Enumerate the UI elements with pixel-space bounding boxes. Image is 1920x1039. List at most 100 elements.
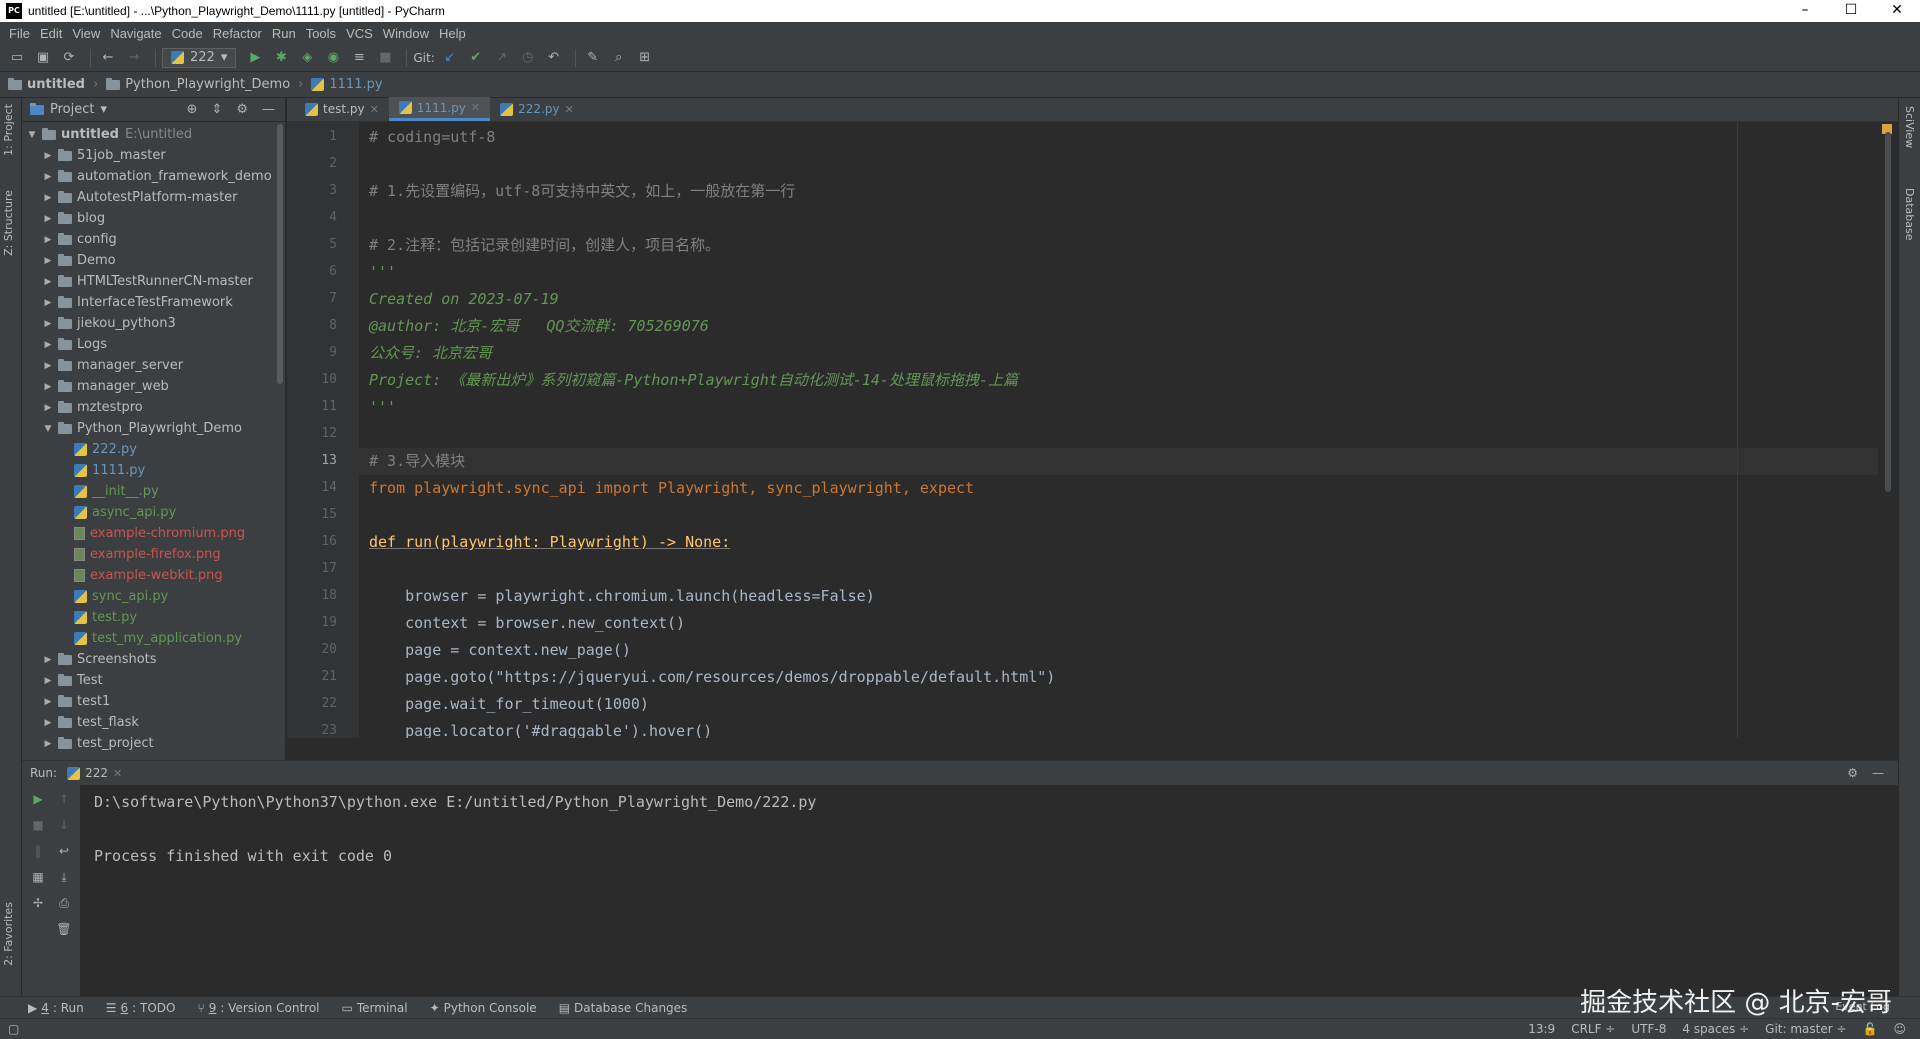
tree-folder[interactable]: ▶ AutotestPlatform-master	[22, 187, 285, 208]
maximize-button[interactable]: ☐	[1828, 0, 1874, 22]
menu-run[interactable]: Run	[267, 26, 301, 41]
scrollbar-thumb[interactable]	[1885, 132, 1891, 492]
tree-folder[interactable]: ▶ Logs	[22, 334, 285, 355]
tab-222-py[interactable]: 222.py ✕	[490, 97, 584, 121]
rerun-icon[interactable]: ▶	[28, 789, 48, 809]
close-window-button[interactable]: ✕	[1874, 0, 1920, 22]
console-output[interactable]: D:\software\Python\Python37\python.exe E…	[94, 789, 816, 870]
menu-navigate[interactable]: Navigate	[105, 26, 166, 41]
expand-arrow-icon[interactable]: ▼	[26, 130, 38, 140]
tree-folder[interactable]: ▶ automation_framework_demo	[22, 166, 285, 187]
chevron-down-icon[interactable]: ▾	[100, 102, 107, 117]
up-arrow-icon[interactable]: ↑	[54, 789, 74, 809]
code-line[interactable]: page = context.new_page()	[369, 637, 631, 664]
git-branch[interactable]: Git: master ÷	[1765, 1022, 1846, 1036]
collapse-arrow-icon[interactable]: ▶	[42, 298, 54, 308]
database-tool-tab[interactable]: Database	[1903, 188, 1916, 241]
menu-file[interactable]: File	[4, 26, 35, 41]
code-line[interactable]: '''	[369, 394, 396, 421]
collapse-arrow-icon[interactable]: ▶	[42, 655, 54, 665]
code-line[interactable]: context = browser.new_context()	[369, 610, 685, 637]
stop-icon[interactable]: ■	[374, 47, 396, 69]
settings-wrench-icon[interactable]: ✎	[582, 47, 604, 69]
close-icon[interactable]: ✕	[113, 767, 122, 780]
project-tool-tab[interactable]: 1: Project	[2, 104, 15, 156]
collapse-arrow-icon[interactable]: ▶	[42, 151, 54, 161]
debug-icon[interactable]: ✱	[270, 47, 292, 69]
tree-folder[interactable]: ▶ Demo	[22, 250, 285, 271]
run-icon[interactable]: ▶	[244, 47, 266, 69]
tree-file[interactable]: example-firefox.png	[22, 544, 285, 565]
tree-folder[interactable]: ▶ manager_web	[22, 376, 285, 397]
sync-icon[interactable]: ⟳	[58, 47, 80, 69]
run-configuration-select[interactable]: 222 ▾	[162, 47, 237, 68]
tree-file[interactable]: sync_api.py	[22, 586, 285, 607]
code-line[interactable]: page.wait_for_timeout(1000)	[369, 691, 649, 718]
code-line[interactable]: from playwright.sync_api import Playwrig…	[369, 475, 974, 502]
toggle-tool-windows-icon[interactable]: ▢	[8, 1022, 19, 1036]
coverage-icon[interactable]: ◈	[296, 47, 318, 69]
collapse-arrow-icon[interactable]: ▶	[42, 340, 54, 350]
menu-view[interactable]: View	[67, 26, 105, 41]
breadcrumb-item-folder[interactable]: Python_Playwright_Demo	[106, 77, 290, 92]
pin-icon[interactable]: ✢	[28, 893, 48, 913]
hide-panel-icon[interactable]: —	[262, 102, 275, 117]
git-commit-icon[interactable]: ✔	[465, 47, 487, 69]
tree-root[interactable]: ▼ untitled E:\untitled	[22, 124, 285, 145]
minimize-button[interactable]: –	[1782, 0, 1828, 22]
tree-folder[interactable]: ▶ jiekou_python3	[22, 313, 285, 334]
tab-version-control[interactable]: ⑂ 9: Version Control	[197, 1001, 319, 1015]
code-line[interactable]: # 2.注释：包括记录创建时间，创建人，项目名称。	[369, 232, 720, 259]
code-line[interactable]: # 3.导入模块	[369, 448, 465, 475]
lock-icon[interactable]: 🔓	[1863, 1022, 1878, 1036]
indent-setting[interactable]: 4 spaces ÷	[1682, 1022, 1749, 1036]
tree-file[interactable]: example-chromium.png	[22, 523, 285, 544]
scroll-to-end-icon[interactable]: ⤓	[54, 867, 74, 887]
code-line[interactable]: def run(playwright: Playwright) -> None:	[369, 529, 730, 556]
search-icon[interactable]: ⌕	[608, 47, 630, 69]
tree-file[interactable]: example-webkit.png	[22, 565, 285, 586]
collapse-arrow-icon[interactable]: ▶	[42, 277, 54, 287]
code-line[interactable]: page.goto("https://jqueryui.com/resource…	[369, 664, 1055, 691]
line-separator[interactable]: CRLF ÷	[1571, 1022, 1615, 1036]
collapse-arrow-icon[interactable]: ▶	[42, 361, 54, 371]
structure-tool-tab[interactable]: Z: Structure	[2, 190, 15, 256]
tree-file[interactable]: test_my_application.py	[22, 628, 285, 649]
menu-window[interactable]: Window	[378, 26, 434, 41]
save-all-icon[interactable]: ▣	[32, 47, 54, 69]
gear-icon[interactable]: ⚙	[236, 102, 248, 117]
code-line[interactable]: browser = playwright.chromium.launch(hea…	[369, 583, 875, 610]
collapse-arrow-icon[interactable]: ▶	[42, 718, 54, 728]
breadcrumb-item-root[interactable]: untitled	[8, 77, 85, 92]
menu-tools[interactable]: Tools	[301, 26, 341, 41]
tree-folder[interactable]: ▶ test_project	[22, 733, 285, 754]
collapse-all-icon[interactable]: ⇕	[211, 102, 222, 117]
tab-test-py[interactable]: test.py ✕	[295, 97, 389, 121]
run-tab-222[interactable]: 222 ✕	[67, 766, 122, 780]
tree-file[interactable]: test.py	[22, 607, 285, 628]
close-icon[interactable]: ✕	[370, 103, 379, 116]
tab-todo[interactable]: ☰ 6: TODO	[106, 1001, 176, 1015]
collapse-arrow-icon[interactable]: ▶	[42, 193, 54, 203]
code-line[interactable]: # coding=utf-8	[369, 124, 495, 151]
tree-folder[interactable]: ▶ InterfaceTestFramework	[22, 292, 285, 313]
tree-folder[interactable]: ▶ manager_server	[22, 355, 285, 376]
locate-file-icon[interactable]: ⊕	[187, 102, 198, 117]
code-area[interactable]: # coding=utf-8 # 1.先设置编码，utf-8可支持中英文，如上，一…	[359, 122, 1878, 738]
profile-icon[interactable]: ◉	[322, 47, 344, 69]
tree-folder[interactable]: ▶ test1	[22, 691, 285, 712]
expand-arrow-icon[interactable]: ▼	[42, 424, 54, 434]
caret-position[interactable]: 13:9	[1528, 1022, 1555, 1036]
tab-python-console[interactable]: ✦ Python Console	[430, 1001, 537, 1015]
tab-run[interactable]: ▶ 4: Run	[28, 1001, 84, 1015]
code-line[interactable]: 公众号: 北京宏哥	[369, 340, 492, 367]
tree-folder[interactable]: ▶ blog	[22, 208, 285, 229]
menu-vcs[interactable]: VCS	[341, 26, 378, 41]
collapse-arrow-icon[interactable]: ▶	[42, 697, 54, 707]
code-line[interactable]: page.locator('#draggable').hover()	[369, 718, 712, 738]
code-line[interactable]: Created on 2023-07-19	[369, 286, 559, 313]
favorites-tool-tab[interactable]: 2: Favorites	[2, 902, 15, 966]
collapse-arrow-icon[interactable]: ▶	[42, 403, 54, 413]
trash-icon[interactable]: 🗑	[54, 919, 74, 939]
code-line[interactable]: @author: 北京-宏哥 QQ交流群: 705269076	[369, 313, 709, 340]
